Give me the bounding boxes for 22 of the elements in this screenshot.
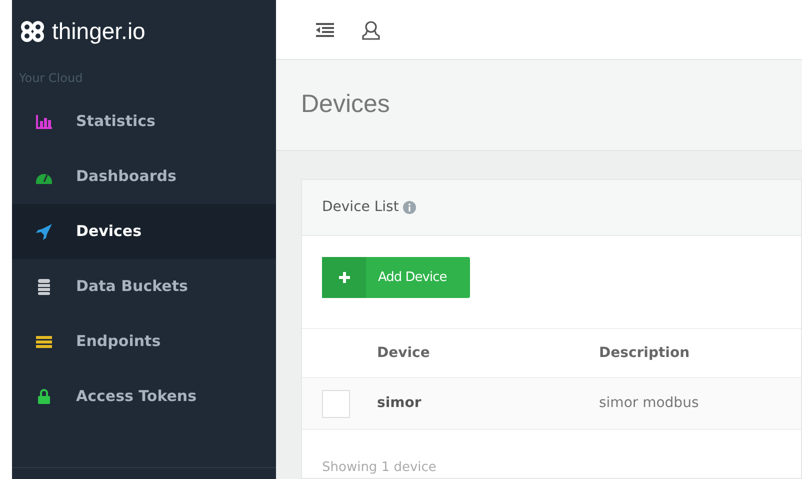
database-icon [38,278,50,294]
column-header[interactable]: Description [599,342,799,364]
logo-text: thinger.io [52,16,146,46]
sidebar-item[interactable]: Devices [12,204,276,259]
table-summary: Showing 1 device [322,460,436,475]
sidebar-item[interactable]: Endpoints [12,314,276,369]
stack-icon [36,336,52,348]
chart-icon [36,114,52,128]
table-cell-text: simor [377,394,422,413]
table-cell-text: simor modbus [599,394,700,413]
sidebar-item[interactable]: Data Buckets [12,259,276,314]
column-header[interactable]: Device [377,342,599,364]
user-icon[interactable] [362,20,380,40]
row-checkbox[interactable] [322,390,350,418]
card-title: Device List [322,198,399,217]
menu-icon[interactable] [316,22,334,37]
sidebar-item[interactable]: Statistics [12,94,276,149]
lock-icon [38,389,50,404]
plus-icon [338,272,350,283]
sidebar-item[interactable]: Access Tokens [12,369,276,424]
page-title: Devices [301,89,390,120]
sidebar-item[interactable]: Dashboards [12,149,276,204]
